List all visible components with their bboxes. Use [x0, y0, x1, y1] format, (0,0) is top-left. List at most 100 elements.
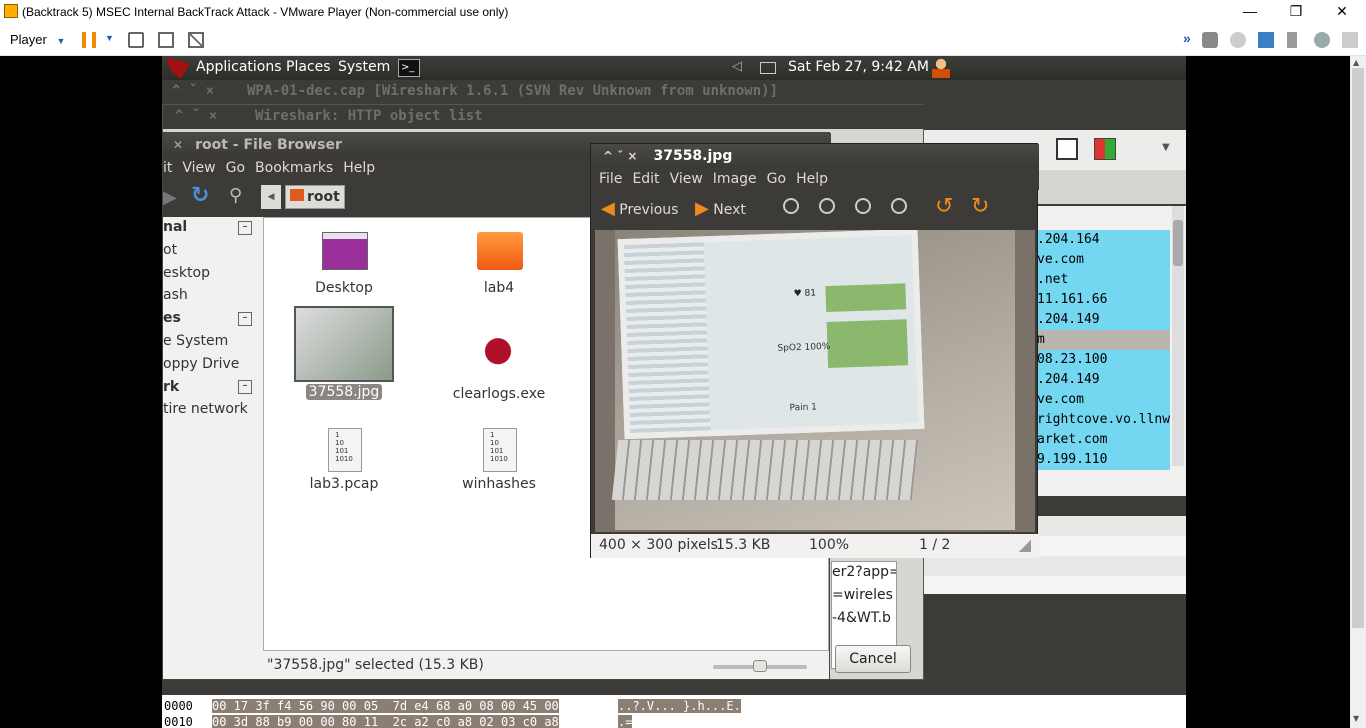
hard-disk-icon[interactable] — [1202, 32, 1218, 48]
filter-icon[interactable] — [1056, 138, 1078, 160]
player-menu[interactable]: Player ▼ — [10, 32, 65, 47]
host-row[interactable]: .204.149 — [1037, 310, 1170, 330]
scroll-up-icon[interactable]: ▲ — [1353, 58, 1359, 67]
places-menu[interactable]: Places — [286, 59, 331, 75]
menu-view[interactable]: View — [182, 160, 215, 176]
menu-go[interactable]: Go — [767, 171, 786, 187]
bluetooth-icon[interactable] — [1314, 32, 1330, 48]
file-item[interactable]: 37558.jpg — [284, 306, 404, 416]
usb-icon[interactable] — [1287, 32, 1297, 48]
sidebar-item[interactable]: e System — [163, 333, 228, 349]
cancel-button[interactable]: Cancel — [835, 645, 911, 673]
hex-offset[interactable]: 0000 — [164, 699, 193, 713]
host-row[interactable]: .204.164 — [1037, 230, 1170, 250]
close-button[interactable]: ✕ — [1319, 0, 1365, 24]
host-row[interactable]: rightcove.vo.llnw — [1037, 410, 1170, 430]
reload-icon[interactable]: ↻ — [191, 183, 209, 208]
sidebar-item[interactable]: oppy Drive — [163, 356, 239, 372]
menu-edit[interactable]: it — [163, 160, 172, 176]
zoom-slider-thumb[interactable] — [753, 660, 767, 672]
zoom-in-icon[interactable] — [783, 198, 799, 214]
user-icon[interactable] — [932, 58, 950, 78]
search-icon[interactable]: ⚲ — [229, 185, 242, 206]
menu-help[interactable]: Help — [343, 160, 375, 176]
rotate-left-icon[interactable]: ↺ — [935, 194, 953, 219]
url-row[interactable]: =wireles — [832, 587, 896, 610]
menu-file[interactable]: File — [599, 171, 622, 187]
collapse-icon[interactable]: – — [238, 312, 252, 326]
path-back-icon[interactable]: ◀ — [261, 185, 281, 209]
zoom-normal-icon[interactable] — [855, 198, 871, 214]
vm-scrollbar[interactable]: ▲ ▼ — [1350, 56, 1366, 728]
sidebar-item[interactable]: ash — [163, 287, 188, 303]
unity-icon[interactable] — [188, 32, 204, 48]
send-ctrl-alt-del-icon[interactable] — [128, 32, 144, 48]
host-row[interactable]: .204.149 — [1037, 370, 1170, 390]
collapse-icon[interactable]: – — [238, 221, 252, 235]
hex-offset[interactable]: 0010 — [164, 715, 193, 728]
location-root-button[interactable]: root — [285, 185, 345, 209]
menu-view[interactable]: View — [670, 171, 703, 187]
network-icon[interactable] — [1258, 32, 1274, 48]
hex-ascii[interactable]: ..?.V... }.h...E. — [618, 699, 741, 713]
minimize-button[interactable]: — — [1227, 0, 1273, 24]
rotate-right-icon[interactable]: ↻ — [971, 194, 989, 219]
host-row[interactable]: m — [1037, 330, 1170, 350]
pause-icon[interactable] — [82, 32, 96, 48]
detail-row[interactable] — [922, 556, 1186, 576]
menu-help[interactable]: Help — [796, 171, 828, 187]
restore-button[interactable]: ❐ — [1273, 0, 1319, 24]
file-item[interactable]: 1 10 101 1010 lab3.pcap — [284, 428, 404, 538]
hex-hex[interactable]: 00 17 3f f4 56 90 00 05 7d e4 68 a0 08 0… — [212, 699, 559, 713]
applications-menu[interactable]: Applications — [196, 59, 282, 75]
image-canvas[interactable]: ♥ 81 SpO2 100% Pain 1 — [595, 230, 1035, 532]
window-controls[interactable]: ^ ˇ × — [175, 108, 217, 124]
sidebar-item[interactable]: tire network — [163, 401, 248, 417]
chevron-down-icon[interactable]: ▼ — [105, 33, 114, 43]
double-chevron-right-icon[interactable]: » — [1183, 30, 1191, 46]
cd-icon[interactable] — [1230, 32, 1246, 48]
menu-go[interactable]: Go — [226, 160, 245, 176]
fit-guest-icon[interactable] — [158, 32, 174, 48]
host-row[interactable]: 9.199.110 — [1037, 450, 1170, 470]
file-item[interactable]: lab4 — [439, 232, 559, 342]
resize-grip-icon[interactable] — [1019, 540, 1031, 552]
system-menu[interactable]: System — [338, 59, 390, 75]
forward-icon[interactable]: ▶ — [163, 187, 177, 208]
file-item[interactable]: 1 10 101 1010 winhashes — [439, 428, 559, 538]
message-icon[interactable] — [1342, 32, 1358, 48]
host-row[interactable]: 11.161.66 — [1037, 290, 1170, 310]
chevron-down-icon[interactable]: ▼ — [1162, 142, 1170, 153]
host-row[interactable]: .net — [1037, 270, 1170, 290]
previous-button[interactable]: ◀ Previous — [601, 198, 678, 219]
host-row[interactable]: ve.com — [1037, 250, 1170, 270]
hex-hex[interactable]: 00 3d 88 b9 00 00 80 11 2c a2 c0 a8 02 0… — [212, 715, 559, 728]
scroll-down-icon[interactable]: ▼ — [1353, 714, 1359, 723]
url-row[interactable]: -4&WT.b — [832, 610, 896, 633]
host-row[interactable]: 08.23.100 — [1037, 350, 1170, 370]
clock[interactable]: Sat Feb 27, 9:42 AM — [788, 59, 929, 75]
volume-icon[interactable]: ◁ — [732, 59, 742, 74]
zoom-fit-icon[interactable] — [891, 198, 907, 214]
terminal-icon[interactable]: >_ — [398, 59, 420, 77]
window-controls[interactable]: ^ ˇ × — [172, 83, 214, 99]
mail-icon[interactable] — [760, 62, 776, 74]
zoom-out-icon[interactable] — [819, 198, 835, 214]
url-row[interactable]: er2?app= — [832, 564, 896, 587]
sidebar-item[interactable]: ot — [163, 242, 177, 258]
scroll-thumb[interactable] — [1173, 220, 1183, 266]
menu-bookmarks[interactable]: Bookmarks — [255, 160, 333, 176]
hex-ascii[interactable]: .= — [618, 715, 633, 728]
menu-image[interactable]: Image — [713, 171, 757, 187]
sidebar-item[interactable]: esktop — [163, 265, 210, 281]
host-row[interactable]: arket.com — [1037, 430, 1170, 450]
close-icon[interactable]: ✕ — [173, 138, 183, 152]
backtrack-dragon-icon[interactable] — [166, 57, 190, 79]
menu-edit[interactable]: Edit — [632, 171, 659, 187]
coloring-rules-icon[interactable] — [1094, 138, 1116, 160]
scroll-thumb[interactable] — [1352, 68, 1364, 628]
window-controls[interactable]: ^ ˇ × — [603, 149, 637, 163]
next-button[interactable]: ▶ Next — [695, 198, 746, 219]
host-row[interactable]: ve.com — [1037, 390, 1170, 410]
collapse-icon[interactable]: – — [238, 380, 252, 394]
